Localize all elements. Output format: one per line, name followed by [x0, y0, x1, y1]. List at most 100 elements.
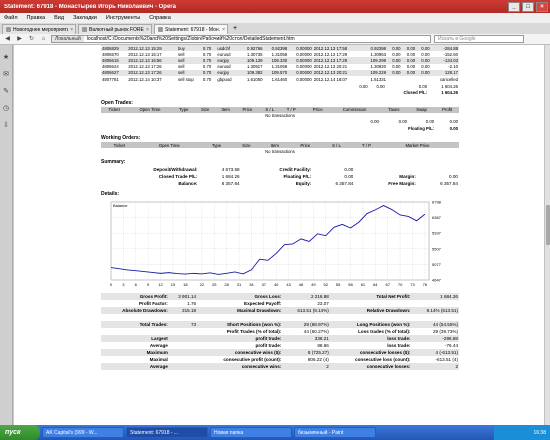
forward-icon[interactable]: ▶ [15, 35, 24, 43]
close-tab-icon[interactable]: × [146, 27, 151, 33]
summary-value: 6 357.84 [335, 180, 354, 186]
stat-label: Maximum [101, 348, 169, 356]
stat-value: -613.51 (4) [411, 355, 459, 363]
y-tick-label: 5937 [432, 230, 442, 235]
summary-value: 6 357.84 [221, 180, 240, 186]
taskbar-item[interactable]: Statement: 67918 - ... [126, 427, 208, 438]
new-tab-button[interactable]: + [230, 24, 240, 34]
x-tick-label: 9 [147, 282, 150, 287]
summary-label: Credit Facility: [279, 166, 312, 172]
stat-label: consecutive losses ($): [329, 348, 412, 356]
menu-help[interactable]: Справка [149, 15, 171, 21]
stat-value: 9.14% (613.51) [411, 306, 459, 314]
notes-icon[interactable]: ✎ [2, 88, 10, 96]
stat-value: 44 (60.27%) [282, 327, 330, 335]
bookmarks-icon[interactable]: ★ [2, 54, 10, 62]
menu-tools[interactable]: Инструменты [106, 15, 140, 21]
address-toolbar: ◀ ▶ ↻ ⌂ Локальный localhost/C:/Documents… [0, 34, 550, 45]
system-tray: 16:38 [494, 425, 550, 440]
summary-label: Closed Trade P/L: [158, 173, 198, 179]
security-badge: Локальный [52, 36, 84, 42]
search-input[interactable]: Искать в Google [434, 35, 524, 43]
menu-file[interactable]: Файл [4, 15, 18, 21]
reload-icon[interactable]: ↻ [27, 35, 36, 43]
vertical-scrollbar[interactable] [544, 45, 550, 425]
cell-tp: 0.00000 [288, 75, 313, 83]
menu-bookmarks[interactable]: Закладки [73, 15, 97, 21]
closed-totals: 0.00 0.00 0.00 1 604.26 Closed P/L: 1 60… [101, 83, 459, 95]
stat-label [197, 313, 283, 321]
x-tick-label: 55 [336, 282, 341, 287]
closed-transactions-table: 4806829 2012.12.13 15:29 buy 0.70 usdchf 0.92… [101, 45, 459, 83]
stat-value: -296.88 [411, 334, 459, 342]
x-tick-label: 28 [224, 282, 229, 287]
stat-label: Average [101, 362, 169, 370]
taskbar-item[interactable]: AK Capital's (999 - W... [42, 427, 124, 438]
stat-value: 1 684.26 [411, 292, 459, 300]
start-button[interactable]: пуск [0, 425, 40, 440]
stats-row: Gross Profit: 3 901.14 Gross Loss: 2 216.88… [101, 292, 459, 300]
close-tab-icon[interactable]: × [222, 27, 227, 33]
home-icon[interactable]: ⌂ [39, 35, 48, 43]
mail-icon[interactable]: ✉ [2, 71, 10, 79]
taskbar-item[interactable]: безымянный - Paint [294, 427, 376, 438]
stats-row: Maximal consecutive profit (count): 806.22… [101, 355, 459, 363]
stat-label: Gross Loss: [197, 292, 283, 300]
x-tick-label: 58 [348, 282, 353, 287]
stat-value [168, 355, 198, 363]
y-tick-label: 5507 [432, 246, 442, 251]
url-text: localhost/C:/Documents%20and%20Settings/… [86, 36, 295, 42]
stat-value [168, 327, 198, 335]
x-tick-label: 61 [361, 282, 366, 287]
stats-row: Absolute Drawdown: 315.18 Maximal Drawdown… [101, 306, 459, 314]
back-icon[interactable]: ◀ [3, 35, 12, 43]
x-tick-label: 12 [158, 282, 163, 287]
menu-edit[interactable]: Правка [27, 15, 46, 21]
x-tick-label: 64 [373, 282, 378, 287]
minimize-button[interactable]: _ [508, 1, 520, 12]
clock: 16:38 [533, 429, 546, 436]
stats-row: Profit Factor: 1.76 Expected Payoff: 23.07 [101, 299, 459, 307]
working-orders-empty: No transactions [265, 149, 295, 155]
cell-sl: 1.61460 [263, 75, 289, 83]
maximize-button[interactable]: □ [522, 1, 534, 12]
stats-row: Profit Trades (% of total): 44 (60.27%) Lo… [101, 327, 459, 335]
x-tick-label: 34 [249, 282, 254, 287]
scrollbar-thumb[interactable] [546, 205, 550, 245]
stat-value: 1.76 [168, 299, 198, 307]
summary-label: Free Margin: [388, 180, 416, 186]
close-tab-icon[interactable]: × [70, 27, 75, 33]
stat-value [168, 313, 198, 321]
balance-chart: 4647 5077 5507 5937 6367 6798 0 3 6 9 12 15 18 22 25 28… [110, 199, 442, 287]
y-tick-label: 6798 [432, 199, 442, 204]
stat-value [168, 362, 198, 370]
history-icon[interactable]: ◷ [2, 105, 10, 113]
cell-taxes [401, 75, 417, 83]
stat-value [411, 299, 459, 307]
summary-value: 6 357.84 [440, 180, 458, 186]
stat-label: Profit Factor: [101, 299, 169, 307]
y-tick-label: 4647 [432, 277, 442, 282]
taskbar-item[interactable]: Новая папка [210, 427, 292, 438]
details-title: Details: [101, 190, 120, 197]
cell-ticket: 4807781 [101, 75, 128, 83]
stat-value: -76.44 [411, 341, 459, 349]
browser-tab-2[interactable]: Валютный рынок FORE... × [78, 24, 152, 34]
downloads-icon[interactable]: ⇩ [2, 122, 10, 130]
menu-bar: Файл Правка Вид Закладки Инструменты Спр… [0, 13, 550, 23]
stat-label: Long Positions (won %): [329, 320, 412, 328]
tab-label: Новогоднее мероприятие [13, 26, 69, 33]
close-button[interactable]: × [536, 1, 548, 12]
address-field[interactable]: Локальный localhost/C:/Documents%20and%2… [51, 35, 431, 43]
stat-label: Expected Payoff: [197, 299, 283, 307]
stat-label: Largest [101, 334, 169, 342]
table-row: 4807781 2012.12.14 10:37 sell stop 0.70 gbpu… [101, 75, 459, 83]
summary-label: Deposit/Withdrawal: [153, 166, 198, 172]
menu-view[interactable]: Вид [54, 15, 64, 21]
x-tick-label: 70 [398, 282, 403, 287]
window-title: Statement: 67918 - Монастырев Игорь Нико… [4, 3, 176, 10]
browser-tab-1[interactable]: Новогоднее мероприятие × [2, 24, 76, 34]
tab-label: Валютный рынок FORE... [89, 26, 145, 33]
x-tick-label: 25 [212, 282, 217, 287]
browser-tab-3[interactable]: Statement: 67918 - Мон... × [154, 24, 228, 34]
